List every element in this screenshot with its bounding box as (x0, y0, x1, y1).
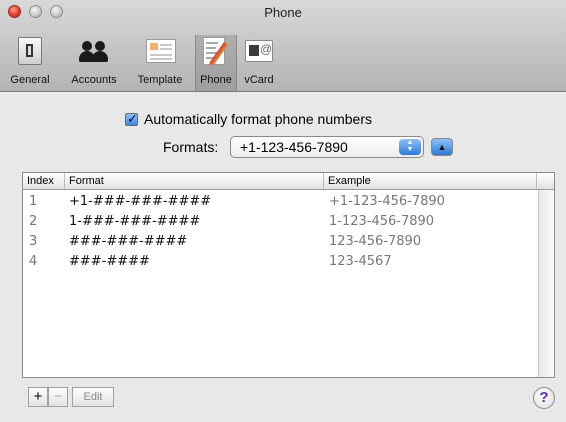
row-example: 123-456-7890 (329, 234, 422, 249)
table-row[interactable]: 4 ###-#### 123-4567 (23, 253, 538, 273)
formats-popup-value: +1-123-456-7890 (240, 139, 348, 155)
auto-format-label: Automatically format phone numbers (144, 111, 372, 127)
accounts-people-icon (78, 35, 110, 67)
formats-table: Index Format Example 1 +1-###-###-#### +… (22, 172, 555, 378)
vcard-icon: @ (243, 35, 275, 67)
toolbar-item-label: vCard (244, 74, 274, 86)
title-bar: Phone General Accounts Template Phone @ … (0, 0, 566, 92)
window-title: Phone (264, 5, 302, 20)
table-edit-controls: + − Edit (28, 387, 114, 407)
toolbar-item-accounts[interactable]: Accounts (62, 35, 126, 91)
column-header-format[interactable]: Format (65, 173, 324, 189)
add-format-button[interactable]: + (28, 387, 48, 407)
general-switch-icon (14, 35, 46, 67)
row-example: 1-123-456-7890 (329, 214, 435, 229)
formats-label: Formats: (163, 139, 219, 155)
toolbar-item-label: General (10, 74, 50, 86)
toolbar-item-vcard[interactable]: @ vCard (238, 35, 280, 91)
formats-popup[interactable]: +1-123-456-7890 ▲ ▼ (230, 136, 424, 158)
row-index: 4 (29, 254, 38, 269)
move-up-button[interactable]: ▲ (431, 138, 453, 156)
toolbar-item-label: Accounts (71, 74, 117, 86)
remove-format-button[interactable]: − (48, 387, 68, 407)
edit-format-button[interactable]: Edit (72, 387, 114, 407)
row-format: ###-#### (69, 254, 150, 269)
toolbar-item-phone[interactable]: Phone (195, 35, 237, 91)
toolbar-item-label: Phone (200, 74, 232, 86)
table-header: Index Format Example (23, 173, 554, 190)
row-format: ###-###-#### (69, 234, 188, 249)
phone-preferences-window: Phone General Accounts Template Phone @ … (0, 0, 566, 422)
toolbar-item-label: Template (137, 74, 183, 86)
row-format: +1-###-###-#### (69, 194, 212, 209)
popup-arrows-icon: ▲ ▼ (399, 139, 421, 155)
row-index: 2 (29, 214, 38, 229)
row-example: +1-123-456-7890 (329, 194, 445, 209)
row-example: 123-4567 (329, 254, 392, 269)
row-index: 1 (29, 194, 38, 209)
triangle-up-icon: ▲ (437, 142, 447, 152)
phone-format-icon (200, 35, 232, 67)
table-row[interactable]: 1 +1-###-###-#### +1-123-456-7890 (23, 193, 538, 213)
row-format: 1-###-###-#### (69, 214, 201, 229)
toolbar-item-template[interactable]: Template (129, 35, 191, 91)
table-row[interactable]: 2 1-###-###-#### 1-123-456-7890 (23, 213, 538, 233)
vertical-scrollbar[interactable] (538, 190, 554, 377)
template-icon (144, 35, 176, 67)
auto-format-checkbox-row[interactable]: Automatically format phone numbers (125, 111, 372, 127)
column-header-index[interactable]: Index (23, 173, 65, 189)
auto-format-checkbox[interactable] (125, 111, 138, 127)
help-button[interactable]: ? (533, 387, 555, 409)
column-header-example[interactable]: Example (324, 173, 537, 189)
toolbar-item-general[interactable]: General (0, 35, 60, 91)
table-row[interactable]: 3 ###-###-#### 123-456-7890 (23, 233, 538, 253)
row-index: 3 (29, 234, 38, 249)
